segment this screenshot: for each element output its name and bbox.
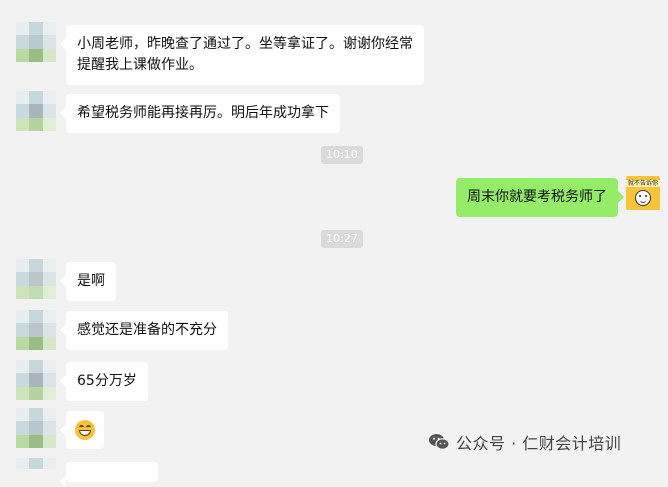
message-text: 感觉还是准备的不充分 <box>77 322 217 338</box>
message-text: 提醒我上课做作业。 <box>77 57 203 73</box>
message-bubble[interactable]: 感觉还是准备的不充分 <box>60 311 228 350</box>
watermark-text: 公众号 · 仁财会计培训 <box>456 434 622 453</box>
message-text: 小周老师，昨晚查了通过了。坐等拿证了。谢谢你经常 <box>77 36 413 52</box>
message-bubble[interactable]: 65分万岁 <box>60 362 148 401</box>
message-text: 周末你就要考税务师了 <box>467 189 607 205</box>
message-bubble[interactable] <box>60 411 104 449</box>
message-text: 希望税务师能再接再厉。明后年成功拿下 <box>77 105 329 121</box>
message-bubble[interactable]: 希望税务师能再接再厉。明后年成功拿下 <box>60 94 340 133</box>
grinning-face-emoji-icon <box>75 420 95 440</box>
timestamp: 10:27 <box>321 230 363 248</box>
message-bubble-partial[interactable] <box>60 462 158 487</box>
contact-avatar[interactable] <box>16 259 56 299</box>
self-avatar-label: 就不告诉你 <box>626 180 660 187</box>
contact-avatar[interactable] <box>16 408 56 448</box>
watermark: 公众号 · 仁财会计培训 <box>428 430 621 454</box>
message-text: 是啊 <box>77 273 105 289</box>
contact-avatar[interactable] <box>16 22 56 62</box>
cartoon-face-icon <box>635 190 651 206</box>
self-avatar[interactable]: 就不告诉你 <box>626 176 660 210</box>
contact-avatar[interactable] <box>16 310 56 350</box>
sent-message-bubble[interactable]: 周末你就要考税务师了 <box>456 178 624 217</box>
contact-avatar[interactable] <box>16 91 56 131</box>
message-bubble[interactable]: 小周老师，昨晚查了通过了。坐等拿证了。谢谢你经常 提醒我上课做作业。 <box>60 25 424 85</box>
timestamp: 10:10 <box>321 146 363 164</box>
contact-avatar[interactable] <box>16 360 56 400</box>
wechat-icon <box>429 434 450 450</box>
message-text: 65分万岁 <box>77 373 137 389</box>
message-bubble[interactable]: 是啊 <box>60 262 116 301</box>
contact-avatar[interactable] <box>16 458 56 469</box>
